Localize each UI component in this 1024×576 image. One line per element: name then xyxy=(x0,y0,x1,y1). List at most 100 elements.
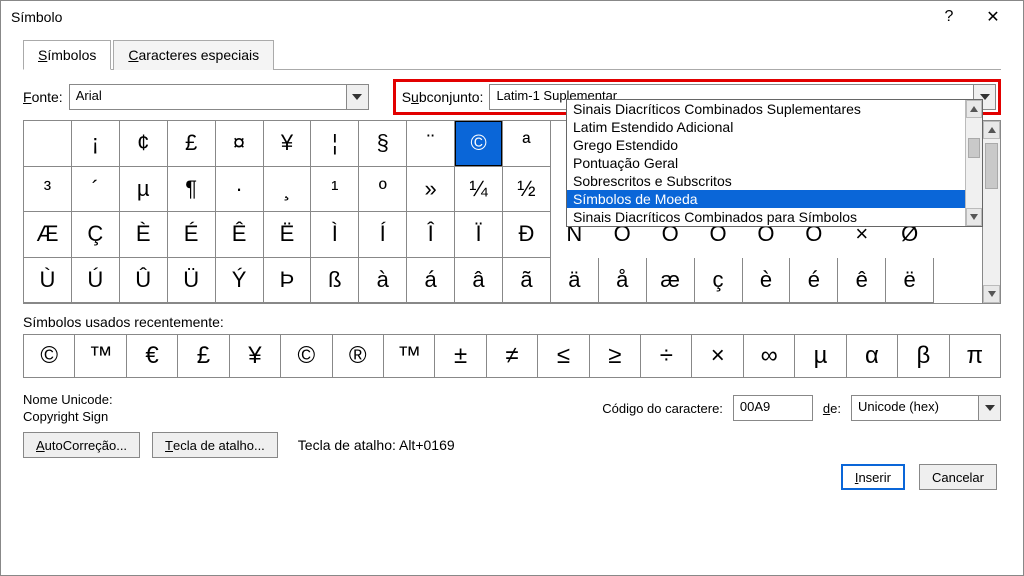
scroll-thumb[interactable] xyxy=(985,143,998,189)
symbol-cell[interactable]: â xyxy=(455,258,503,304)
symbol-cell[interactable]: é xyxy=(790,258,838,304)
symbol-cell[interactable]: ç xyxy=(695,258,743,304)
grid-scrollbar[interactable] xyxy=(982,121,1000,303)
scroll-thumb[interactable] xyxy=(968,138,980,158)
symbol-cell[interactable]: Ï xyxy=(455,212,503,258)
symbol-cell[interactable]: ¶ xyxy=(168,167,216,213)
symbol-cell[interactable]: ¨ xyxy=(407,121,455,167)
scroll-up-icon[interactable] xyxy=(983,121,1000,139)
subset-option[interactable]: Sinais Diacríticos Combinados Suplementa… xyxy=(567,100,965,118)
recent-symbol[interactable]: × xyxy=(692,335,743,377)
recent-symbol[interactable]: ≥ xyxy=(590,335,641,377)
symbol-cell[interactable]: ´ xyxy=(72,167,120,213)
symbol-cell[interactable]: £ xyxy=(168,121,216,167)
symbol-cell[interactable]: ë xyxy=(886,258,934,304)
subset-option[interactable]: Símbolos de Moeda xyxy=(567,190,965,208)
autocorrect-button[interactable]: AutoCorreção... xyxy=(23,432,140,458)
symbol-cell[interactable]: à xyxy=(359,258,407,304)
symbol-cell[interactable]: Û xyxy=(120,258,168,304)
subset-option[interactable]: Pontuação Geral xyxy=(567,154,965,172)
symbol-cell[interactable]: á xyxy=(407,258,455,304)
symbol-cell[interactable]: Ù xyxy=(24,258,72,304)
symbol-cell[interactable]: ª xyxy=(503,121,551,167)
symbol-cell[interactable]: Ë xyxy=(264,212,312,258)
recent-symbol[interactable]: ™ xyxy=(75,335,126,377)
recent-symbol[interactable]: © xyxy=(281,335,332,377)
scroll-down-icon[interactable] xyxy=(983,285,1000,303)
recent-symbol[interactable]: © xyxy=(24,335,75,377)
recent-symbol[interactable]: π xyxy=(950,335,1000,377)
code-input[interactable]: 00A9 xyxy=(733,395,813,421)
symbol-cell[interactable]: º xyxy=(359,167,407,213)
recent-symbol[interactable]: ÷ xyxy=(641,335,692,377)
symbol-cell[interactable]: ä xyxy=(551,258,599,304)
recent-symbol[interactable]: α xyxy=(847,335,898,377)
symbol-cell[interactable]: § xyxy=(359,121,407,167)
subset-option[interactable]: Sobrescritos e Subscritos xyxy=(567,172,965,190)
dropdown-scrollbar[interactable] xyxy=(965,100,982,226)
recent-symbol[interactable]: ¥ xyxy=(230,335,281,377)
recent-symbol[interactable]: ± xyxy=(435,335,486,377)
recent-symbol[interactable]: ∞ xyxy=(744,335,795,377)
symbol-cell[interactable] xyxy=(934,258,982,304)
symbol-cell[interactable]: È xyxy=(120,212,168,258)
symbol-cell[interactable]: Ç xyxy=(72,212,120,258)
symbol-cell[interactable]: © xyxy=(455,121,503,167)
help-button[interactable]: ? xyxy=(927,3,971,31)
symbol-cell[interactable]: ß xyxy=(311,258,359,304)
symbol-cell[interactable]: Ê xyxy=(216,212,264,258)
symbol-cell[interactable]: ¥ xyxy=(264,121,312,167)
recent-symbol[interactable]: ≤ xyxy=(538,335,589,377)
symbol-cell[interactable]: ³ xyxy=(24,167,72,213)
scroll-up-icon[interactable] xyxy=(966,100,982,118)
symbol-cell[interactable]: æ xyxy=(647,258,695,304)
scroll-down-icon[interactable] xyxy=(966,208,982,226)
symbol-cell[interactable]: ¼ xyxy=(455,167,503,213)
tab-symbols[interactable]: Símbolos xyxy=(23,40,111,70)
recent-symbol[interactable]: ™ xyxy=(384,335,435,377)
symbol-cell[interactable]: å xyxy=(599,258,647,304)
recent-symbol[interactable]: £ xyxy=(178,335,229,377)
font-combo[interactable]: Arial xyxy=(69,84,369,110)
symbol-cell[interactable]: ¦ xyxy=(311,121,359,167)
symbol-cell[interactable]: Ü xyxy=(168,258,216,304)
close-button[interactable]: ✕ xyxy=(971,3,1015,31)
symbol-cell[interactable]: ê xyxy=(838,258,886,304)
symbol-cell[interactable]: Þ xyxy=(264,258,312,304)
shortcut-key-button[interactable]: Tecla de atalho... xyxy=(152,432,278,458)
symbol-cell[interactable]: ¢ xyxy=(120,121,168,167)
unicode-name-label: Nome Unicode: xyxy=(23,392,113,407)
symbol-cell[interactable]: Ú xyxy=(72,258,120,304)
symbol-cell[interactable]: Í xyxy=(359,212,407,258)
symbol-cell[interactable]: è xyxy=(743,258,791,304)
recent-symbol[interactable]: β xyxy=(898,335,949,377)
recent-symbol[interactable]: ≠ xyxy=(487,335,538,377)
symbol-cell[interactable]: · xyxy=(216,167,264,213)
symbol-cell[interactable]: ¸ xyxy=(264,167,312,213)
symbol-cell[interactable]: ¡ xyxy=(72,121,120,167)
from-combo[interactable]: Unicode (hex) xyxy=(851,395,1001,421)
subset-option[interactable]: Latim Estendido Adicional xyxy=(567,118,965,136)
symbol-cell[interactable]: Æ xyxy=(24,212,72,258)
cancel-button[interactable]: Cancelar xyxy=(919,464,997,490)
recent-symbol[interactable]: € xyxy=(127,335,178,377)
subset-option[interactable]: Sinais Diacríticos Combinados para Símbo… xyxy=(567,208,965,226)
symbol-cell[interactable]: Î xyxy=(407,212,455,258)
subset-dropdown[interactable]: Sinais Diacríticos Combinados Suplementa… xyxy=(566,99,983,227)
symbol-cell[interactable]: Ì xyxy=(311,212,359,258)
symbol-cell[interactable]: É xyxy=(168,212,216,258)
symbol-cell[interactable]: Ý xyxy=(216,258,264,304)
symbol-cell[interactable] xyxy=(24,121,72,167)
symbol-cell[interactable]: » xyxy=(407,167,455,213)
subset-option[interactable]: Grego Estendido xyxy=(567,136,965,154)
symbol-cell[interactable]: ¹ xyxy=(311,167,359,213)
symbol-cell[interactable]: ¤ xyxy=(216,121,264,167)
symbol-cell[interactable]: ã xyxy=(503,258,551,304)
symbol-cell[interactable]: ½ xyxy=(503,167,551,213)
recent-symbol[interactable]: ® xyxy=(333,335,384,377)
symbol-cell[interactable]: µ xyxy=(120,167,168,213)
tab-special[interactable]: Caracteres especiais xyxy=(113,40,274,70)
symbol-cell[interactable]: Ð xyxy=(503,212,551,258)
insert-button[interactable]: Inserir xyxy=(841,464,905,490)
recent-symbol[interactable]: µ xyxy=(795,335,846,377)
